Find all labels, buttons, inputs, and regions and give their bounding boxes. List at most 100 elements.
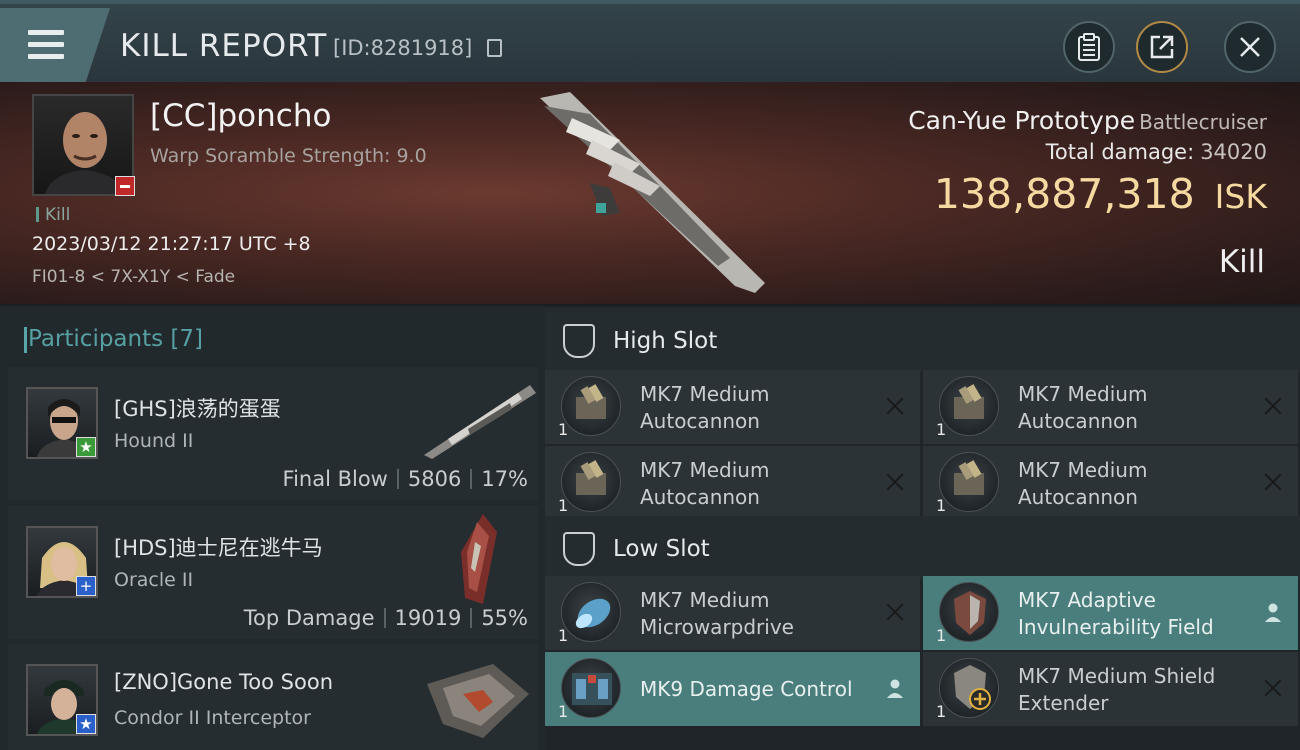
participant-stats: Top Damage 19019 55%	[244, 606, 528, 630]
module-quantity: 1	[558, 626, 569, 645]
share-icon	[1150, 35, 1174, 59]
module-quantity: 1	[558, 420, 569, 439]
module-name: MK7 Medium Autocannon	[1018, 382, 1148, 433]
participant-card[interactable]: ★ [GHS]浪荡的蛋蛋 Hound II Final Blow 5806 17%	[8, 367, 538, 500]
victim-ship-image[interactable]	[530, 88, 780, 298]
kill-location[interactable]: FI01-8 < 7X-X1Y < Fade	[32, 267, 235, 287]
destroyed-x-icon	[884, 471, 906, 493]
module-name: MK7 Medium Autocannon	[640, 458, 770, 509]
module-name: MK7 Adaptive Invulnerability Field	[1018, 588, 1214, 639]
high-slot-title: High Slot	[613, 328, 718, 354]
module-name: MK7 Medium Autocannon	[1018, 458, 1148, 509]
participants-title[interactable]: Participants [7]	[24, 326, 203, 353]
victim-subtitle: Warp Soramble Strength: 9.0	[150, 145, 427, 167]
participant-stats: Final Blow 5806 17%	[283, 467, 528, 491]
close-button[interactable]	[1224, 21, 1276, 73]
total-damage-label: Total damage:	[1045, 140, 1195, 164]
autocannon-icon	[561, 452, 621, 512]
destroyed-x-icon	[1262, 677, 1284, 699]
high-slot-icon	[563, 324, 595, 358]
hamburger-menu-icon	[28, 30, 64, 60]
share-button[interactable]	[1136, 21, 1188, 73]
isk-unit: ISK	[1214, 177, 1267, 216]
kill-datetime: 2023/03/12 21:27:17 UTC +8	[32, 233, 311, 255]
participant-card[interactable]: + [HDS]迪士尼在逃牛马 Oracle II Top Damage 19019…	[8, 506, 538, 639]
ship-class-text: Battlecruiser	[1139, 110, 1267, 134]
participant-ship: Oracle II	[114, 569, 194, 591]
clipboard-button[interactable]	[1063, 21, 1115, 73]
participant-damage: 19019	[394, 606, 462, 630]
destroyed-x-icon	[1262, 471, 1284, 493]
page-title: KILL REPORT	[120, 28, 328, 64]
fitting-panel: High Slot 1 MK7 Medium Autocannon 1 MK7 M…	[545, 306, 1300, 750]
participant-ship: Hound II	[114, 430, 194, 452]
isk-value: 138,887,318 ISK	[934, 170, 1267, 218]
low-slot-title: Low Slot	[613, 536, 710, 562]
clipboard-icon	[1078, 33, 1100, 61]
victim-ship-name[interactable]: Can-Yue Prototype Battlecruiser	[908, 106, 1267, 135]
participant-name: [ZNO]Gone Too Soon	[114, 670, 334, 694]
module-item[interactable]: 1 MK7 Medium Autocannon	[923, 446, 1298, 520]
module-name: MK9 Damage Control	[640, 677, 853, 701]
low-slot-icon	[563, 532, 595, 566]
participant-percent: 17%	[481, 467, 528, 491]
participant-damage: 5806	[407, 467, 462, 491]
participant-ship-image	[427, 664, 529, 738]
module-item[interactable]: 1 MK7 Medium Autocannon	[545, 370, 920, 444]
module-item[interactable]: 1 MK9 Damage Control	[545, 652, 920, 726]
participant-ship: Condor II Interceptor	[114, 707, 311, 729]
participant-percent: 55%	[481, 606, 528, 630]
participant-card[interactable]: ★ [ZNO]Gone Too Soon Condor II Intercept…	[8, 644, 538, 750]
destroyed-badge-icon	[115, 176, 135, 196]
destroyed-x-icon	[884, 395, 906, 417]
dropped-person-icon	[1265, 603, 1281, 622]
module-quantity: 1	[936, 420, 947, 439]
participant-name: [GHS]浪荡的蛋蛋	[114, 397, 281, 421]
autocannon-icon	[561, 376, 621, 436]
close-icon	[1240, 37, 1260, 57]
participant-ship-image	[461, 514, 497, 604]
participant-ship-image	[424, 385, 536, 459]
victim-banner: [CC]poncho Warp Soramble Strength: 9.0 K…	[0, 82, 1300, 304]
participants-panel: Participants [7] ★ [GHS]浪荡的蛋蛋 Hound II F…	[0, 306, 545, 750]
corp-tag-icon: ★	[76, 437, 96, 457]
shield-extender-icon	[939, 658, 999, 718]
module-name: MK7 Medium Autocannon	[640, 382, 770, 433]
destroyed-x-icon	[1262, 395, 1284, 417]
invulnerability-field-icon	[939, 582, 999, 642]
kill-tag: Kill	[36, 205, 70, 225]
ship-name-text: Can-Yue Prototype	[908, 106, 1136, 135]
menu-button[interactable]	[0, 8, 110, 82]
module-quantity: 1	[936, 496, 947, 515]
header-bar: KILL REPORT [ID:8281918]	[0, 0, 1300, 82]
module-item[interactable]: 1 MK7 Medium Autocannon	[923, 370, 1298, 444]
participant-role: Top Damage	[243, 606, 375, 630]
participant-role: Final Blow	[282, 467, 388, 491]
microwarpdrive-icon	[561, 582, 621, 642]
isk-amount: 138,887,318	[933, 170, 1195, 218]
total-damage: Total damage: 34020	[1046, 140, 1267, 164]
module-item[interactable]: 1 MK7 Medium Autocannon	[545, 446, 920, 520]
module-item[interactable]: 1 MK7 Adaptive Invulnerability Field	[923, 576, 1298, 650]
corp-tag-icon: ★	[76, 714, 96, 734]
high-slot-header: High Slot	[545, 308, 1300, 372]
corp-tag-icon: +	[76, 576, 96, 596]
module-quantity: 1	[558, 702, 569, 721]
destroyed-x-icon	[884, 601, 906, 623]
module-item[interactable]: 1 MK7 Medium Shield Extender	[923, 652, 1298, 726]
total-damage-value: 34020	[1200, 140, 1267, 164]
module-quantity: 1	[558, 496, 569, 515]
victim-name[interactable]: [CC]poncho	[150, 98, 331, 134]
damage-control-icon	[561, 658, 621, 718]
module-name: MK7 Medium Shield Extender	[1018, 664, 1216, 715]
autocannon-icon	[939, 452, 999, 512]
module-quantity: 1	[936, 702, 947, 721]
module-name: MK7 Medium Microwarpdrive	[640, 588, 794, 639]
dropped-person-icon	[887, 679, 903, 698]
copy-id-icon[interactable]	[487, 39, 502, 57]
module-quantity: 1	[936, 626, 947, 645]
low-slot-header: Low Slot	[545, 516, 1300, 580]
kill-result: Kill	[1218, 244, 1265, 280]
report-id: [ID:8281918]	[333, 36, 473, 60]
module-item[interactable]: 1 MK7 Medium Microwarpdrive	[545, 576, 920, 650]
